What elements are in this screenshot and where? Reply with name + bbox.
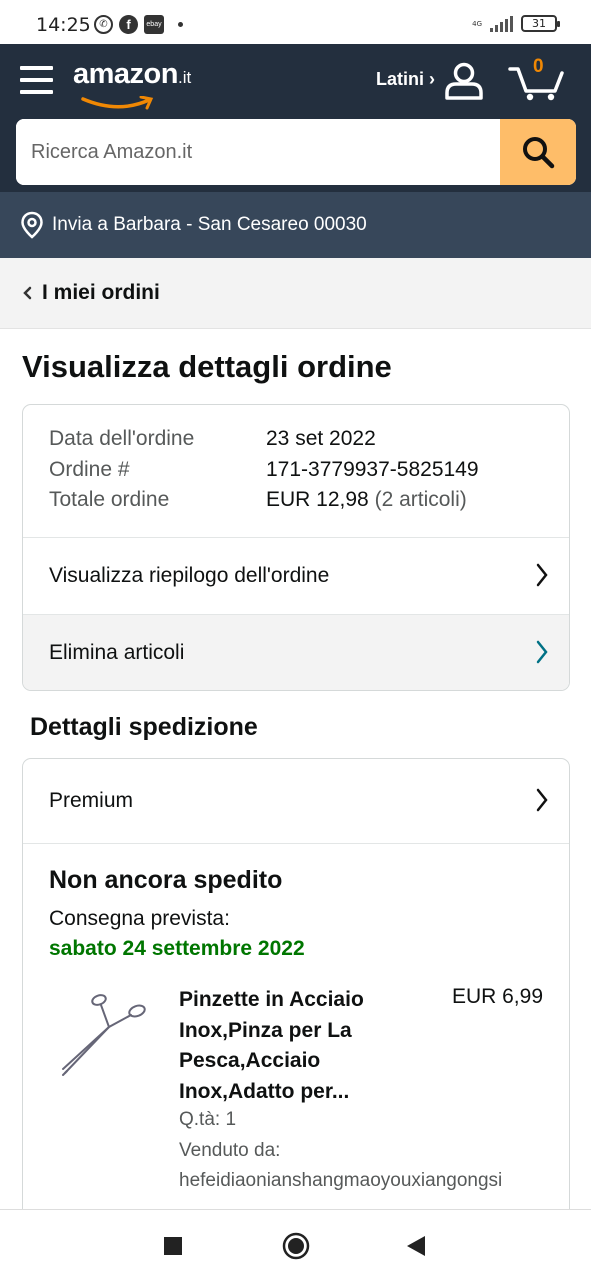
ebay-icon: ebay: [144, 15, 164, 34]
facebook-icon: f: [119, 15, 138, 34]
signal-icon: [490, 15, 513, 32]
breadcrumb[interactable]: I miei ordini: [0, 258, 591, 329]
shipping-section-title: Dettagli spedizione: [30, 713, 258, 741]
delete-items-label: Elimina articoli: [49, 641, 185, 664]
amazon-logo[interactable]: amazon.it: [73, 58, 192, 110]
chevron-right-icon: [536, 640, 548, 664]
item-quantity: Q.tà: 1: [179, 1109, 237, 1130]
page-title: Visualizza dettagli ordine: [22, 349, 392, 384]
shipping-method: Premium: [49, 789, 134, 812]
search-input[interactable]: [16, 119, 502, 185]
account-link[interactable]: Latini ›: [376, 69, 435, 90]
order-number-label: Ordine #: [49, 458, 130, 481]
order-info-card: Data dell'ordine 23 set 2022 Ordine # 17…: [22, 404, 570, 691]
order-total-amount: EUR 12,98: [266, 488, 369, 511]
order-summary-label: Visualizza riepilogo dell'ordine: [49, 564, 330, 587]
status-time: 14:25: [36, 14, 91, 36]
seller-name[interactable]: hefeidiaonianshangmaoyouxiangongsi: [179, 1170, 502, 1192]
notification-icons: ✆ f ebay: [94, 15, 183, 34]
order-date-value: 23 set 2022: [266, 427, 376, 450]
breadcrumb-label: I miei ordini: [42, 281, 160, 304]
order-item-count: (2 articoli): [374, 488, 467, 511]
back-button[interactable]: [405, 1235, 427, 1257]
search-bar: [16, 119, 576, 185]
logo-text: amazon: [73, 58, 178, 90]
recents-button[interactable]: [163, 1236, 183, 1256]
order-total-label: Totale ordine: [49, 488, 170, 511]
eta-date: sabato 24 settembre 2022: [49, 937, 305, 960]
location-pin-icon: [21, 211, 43, 239]
cart-button[interactable]: 0: [508, 56, 566, 102]
system-icons: 4G 31: [472, 15, 560, 32]
smile-arrow-icon: [81, 96, 154, 110]
network-type: 4G: [472, 19, 482, 28]
whatsapp-icon: ✆: [94, 15, 113, 34]
amazon-header: amazon.it Latini › 0: [0, 44, 591, 192]
logo-tld: .it: [177, 68, 192, 87]
order-number-value: 171-3779937-5825149: [266, 458, 479, 481]
more-notifications-dot: [178, 22, 183, 27]
item-price: EUR 6,99: [451, 985, 543, 1008]
chevron-right-icon: [536, 563, 548, 587]
delivery-location-bar[interactable]: Invia a Barbara - San Cesareo 00030: [0, 192, 591, 258]
shipping-method-link[interactable]: Premium: [23, 759, 569, 844]
search-button[interactable]: [500, 119, 576, 185]
delivery-address: Invia a Barbara - San Cesareo 00030: [52, 214, 367, 235]
user-icon[interactable]: [444, 62, 484, 100]
system-navigation-bar: [0, 1209, 591, 1280]
product-title-link[interactable]: Pinzette in Acciaio Inox,Pinza per La Pe…: [179, 985, 419, 1107]
sold-by-label: Venduto da:: [179, 1140, 281, 1161]
home-button[interactable]: [282, 1232, 310, 1260]
eta-label: Consegna prevista:: [49, 907, 230, 930]
cart-count: 0: [533, 56, 544, 77]
shipment-status: Non ancora spedito: [49, 866, 283, 894]
menu-icon[interactable]: [20, 66, 53, 94]
order-date-label: Data dell'ordine: [49, 427, 195, 450]
tweezers-product-image[interactable]: [57, 991, 153, 1081]
order-total-value: EUR 12,98 (2 articoli): [266, 488, 467, 512]
shipment-card: Premium Non ancora spedito Consegna prev…: [22, 758, 570, 1228]
battery-icon: 31: [521, 15, 560, 32]
delete-items-link[interactable]: Elimina articoli: [23, 614, 569, 690]
order-summary-link[interactable]: Visualizza riepilogo dell'ordine: [23, 537, 569, 614]
chevron-left-icon: [23, 286, 32, 300]
chevron-right-icon: [536, 788, 548, 812]
search-icon: [523, 137, 555, 169]
status-bar: 14:25 ✆ f ebay 4G 31: [0, 0, 591, 44]
